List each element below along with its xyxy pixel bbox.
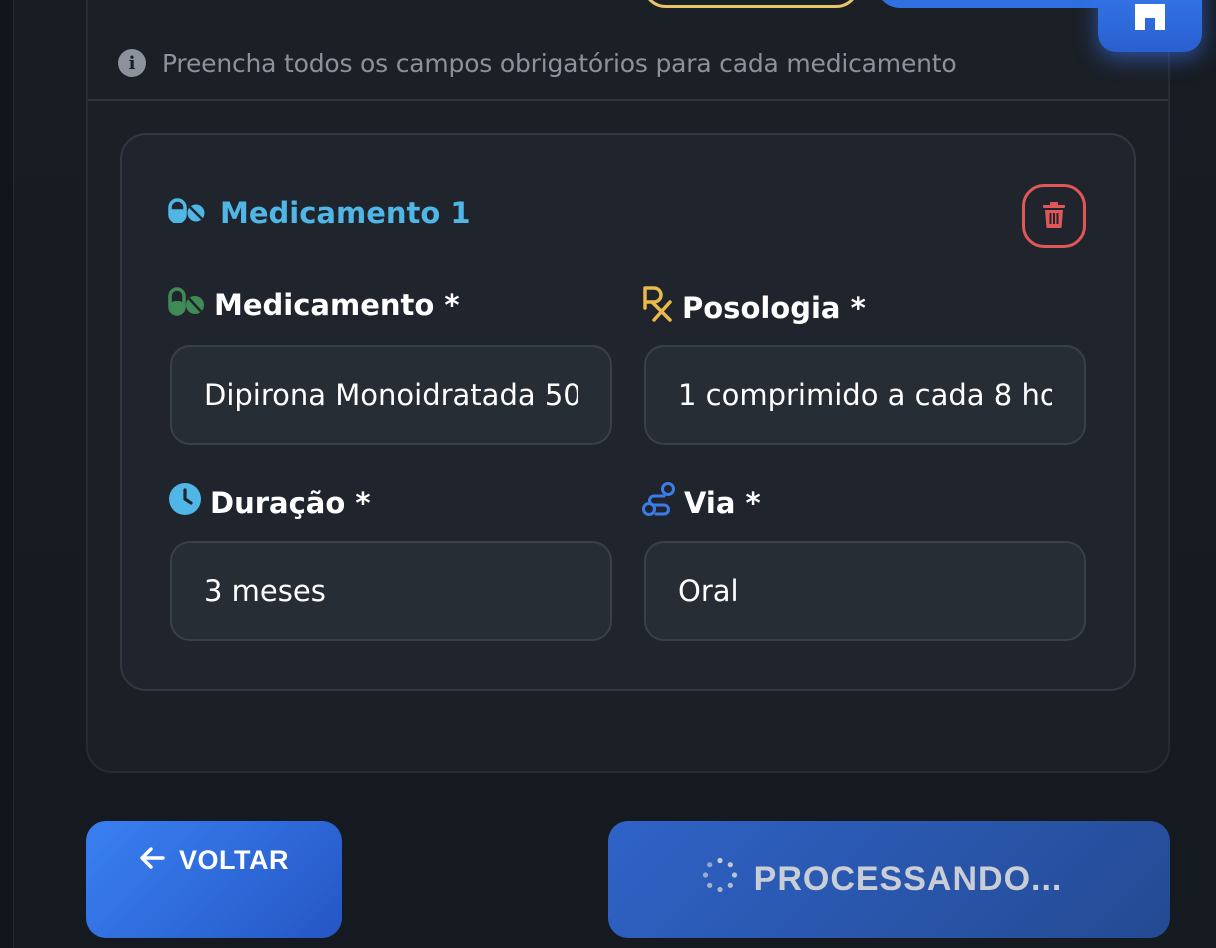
home-icon — [1131, 4, 1169, 30]
hint-text: Preencha todos os campos obrigatórios pa… — [162, 48, 957, 78]
via-input[interactable] — [646, 543, 1084, 639]
remove-medication-button[interactable] — [1022, 184, 1086, 248]
medication-title-text: Medicamento 1 — [220, 196, 471, 230]
prescription-icon — [642, 286, 674, 329]
divider — [88, 99, 1168, 101]
duracao-label: Duração * — [168, 482, 371, 523]
posologia-label-text: Posologia * — [682, 290, 866, 325]
duracao-label-text: Duração * — [210, 485, 371, 520]
via-field[interactable] — [644, 541, 1086, 641]
process-button-label: PROCESSANDO... — [753, 860, 1063, 898]
posologia-label: Posologia * — [642, 286, 866, 329]
process-button[interactable]: PROCESSANDO... — [608, 821, 1170, 938]
back-button[interactable]: VOLTAR — [86, 821, 342, 938]
medicamento-label-text: Medicamento * — [214, 287, 460, 322]
left-rail — [0, 0, 14, 948]
medicamento-input[interactable] — [172, 347, 610, 443]
duracao-field[interactable] — [170, 541, 612, 641]
medication-title: Medicamento 1 — [168, 196, 471, 230]
via-label: Via * — [642, 482, 761, 523]
arrow-left-icon — [139, 845, 165, 878]
via-label-text: Via * — [684, 485, 761, 520]
pills-icon — [168, 196, 206, 230]
top-primary-button[interactable] — [876, 0, 1136, 8]
posologia-input[interactable] — [646, 347, 1084, 443]
pills-icon — [168, 286, 206, 323]
medicamento-field[interactable] — [170, 345, 612, 445]
required-fields-hint: i Preencha todos os campos obrigatórios … — [118, 45, 957, 81]
clock-icon — [168, 482, 202, 523]
posologia-field[interactable] — [644, 345, 1086, 445]
info-icon: i — [118, 49, 146, 77]
home-button[interactable] — [1098, 0, 1202, 52]
top-outline-button[interactable] — [642, 0, 860, 8]
spinner-icon — [702, 857, 738, 902]
duracao-input[interactable] — [172, 543, 610, 639]
route-icon — [642, 482, 676, 523]
trash-icon — [1043, 201, 1065, 231]
back-button-label: VOLTAR — [179, 845, 289, 875]
medicamento-label: Medicamento * — [168, 286, 460, 323]
page: i Preencha todos os campos obrigatórios … — [0, 0, 1216, 948]
